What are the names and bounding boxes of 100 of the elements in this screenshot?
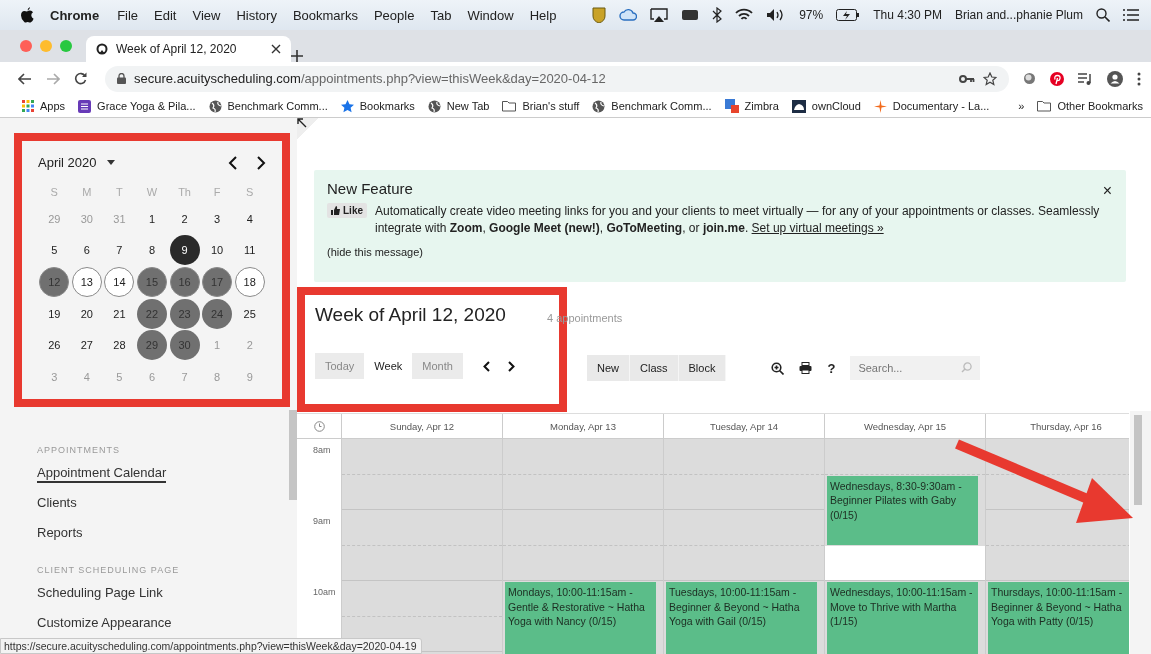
bookmark-folder[interactable]: Other Bookmarks — [1057, 100, 1143, 112]
chevron-left-icon — [228, 155, 237, 170]
chevron-left-icon — [482, 360, 490, 372]
calendar-day[interactable]: 21 — [104, 298, 135, 329]
calendar-day[interactable]: 2 — [169, 203, 200, 234]
forward-icon — [46, 72, 60, 85]
help-button[interactable]: ? — [827, 358, 836, 378]
calendar-day[interactable]: 13 — [71, 267, 102, 297]
app-menu[interactable]: Chrome — [34, 7, 110, 23]
scrollbar-thumb[interactable] — [1134, 415, 1142, 505]
calendar-day[interactable]: 14 — [104, 267, 135, 297]
menu-item[interactable]: People — [365, 7, 423, 23]
new-tab-icon — [291, 50, 303, 62]
calendar-day[interactable]: 26 — [39, 330, 70, 361]
calendar-day[interactable]: 19 — [39, 298, 70, 329]
shield-icon — [592, 7, 607, 23]
day-header: Tuesday, Apr 14 — [709, 420, 779, 432]
class-event[interactable]: Wednesdays, 10:00-11:15am - Move to Thrive with Martha (1/15) — [827, 582, 978, 654]
calendar-day[interactable]: 7 — [104, 235, 135, 266]
class-event[interactable]: Thursdays, 10:00-11:15am - Beginner & Beyond ~ Hatha Yoga with Patty (0/15) — [988, 582, 1129, 654]
form-icon — [78, 99, 92, 113]
bookmark-link[interactable]: New Tab — [446, 100, 490, 112]
calendar-day[interactable]: 1 — [137, 203, 167, 234]
action-button[interactable]: New — [587, 355, 630, 381]
calendar-day[interactable]: 4 — [234, 203, 265, 234]
hour-label: 10am — [313, 587, 336, 597]
lock-icon — [117, 73, 126, 84]
hide-message-link[interactable]: (hide this message) — [327, 246, 423, 258]
month-picker[interactable]: April 2020 — [38, 153, 115, 172]
user-name[interactable]: Brian and...phanie Plum — [954, 8, 1083, 22]
action-button[interactable]: Block — [678, 355, 727, 381]
menu-item[interactable]: View — [184, 7, 229, 23]
search-field[interactable]: Search... — [850, 356, 981, 380]
bookmark-link[interactable]: Brian's stuff — [522, 100, 580, 112]
calendar-day[interactable]: 3 — [202, 203, 233, 234]
browser-tab[interactable]: Week of April 12, 2020 — [86, 36, 291, 62]
bookmark-link[interactable]: Grace Yoga & Pila... — [97, 100, 196, 112]
calendar-day[interactable]: 28 — [104, 330, 135, 361]
sidebar-link[interactable]: Scheduling Page Link — [37, 584, 163, 603]
menu-item[interactable]: Edit — [146, 7, 185, 23]
setup-link[interactable]: Set up virtual meetings » — [751, 221, 884, 235]
view-tab[interactable]: Week — [364, 353, 413, 379]
bookmark-link[interactable]: Zimbra — [744, 100, 779, 112]
menu-item[interactable]: File — [109, 7, 147, 23]
dropdown-caret-icon — [106, 160, 115, 165]
calendar-day[interactable]: 5 — [39, 235, 70, 266]
sidebar-link[interactable]: Reports — [37, 524, 83, 543]
menu-item[interactable]: Tab — [422, 7, 460, 23]
class-event[interactable]: Mondays, 10:00-11:15am - Gentle & Restorative ~ Hatha Yoga with Nancy (0/15) — [505, 582, 656, 654]
battery-icon — [836, 9, 861, 21]
menu-item[interactable]: History — [228, 7, 285, 23]
globe-icon — [592, 99, 606, 113]
wifi-icon — [735, 8, 754, 22]
next-week-button[interactable] — [507, 360, 515, 372]
calendar-day[interactable]: 10 — [202, 235, 233, 266]
menu-item[interactable]: Help — [521, 7, 565, 23]
scrollbar-thumb[interactable] — [289, 410, 297, 500]
bookmark-link[interactable]: Benchmark Comm... — [611, 100, 712, 112]
bookmark-link[interactable]: Benchmark Comm... — [227, 100, 328, 112]
like-button[interactable]: Like — [327, 203, 367, 218]
close-button[interactable]: × — [1102, 182, 1112, 200]
menu-item[interactable]: Window — [459, 7, 522, 23]
pin-icon — [1050, 71, 1064, 86]
class-event[interactable]: Tuesdays, 10:00-11:15am - Beginner & Beyond ~ Hatha Yoga with Gail (0/15) — [666, 582, 817, 654]
list-icon — [1123, 9, 1139, 21]
calendar-day[interactable]: 25 — [234, 298, 265, 329]
search-icon — [961, 362, 973, 373]
class-event[interactable]: Wednesdays, 8:30-9:30am - Beginner Pilates with Gaby (0/15) — [827, 475, 978, 545]
calendar-day[interactable]: 27 — [71, 330, 102, 361]
menu-item[interactable]: Bookmarks — [284, 7, 366, 23]
bookmark-link[interactable]: Documentary - La... — [892, 100, 990, 112]
star-icon — [340, 99, 354, 113]
calendar-day[interactable]: 6 — [71, 235, 102, 266]
next-month-button[interactable] — [257, 155, 266, 170]
calendar-day[interactable]: 11 — [234, 235, 265, 266]
status-url: https://secure.acuityscheduling.com/appointments.php?view=thisWeek&day=2020-04-19 — [0, 638, 423, 654]
extension-icon — [1023, 72, 1036, 85]
more-bookmarks-button[interactable]: » — [1018, 100, 1025, 112]
previous-week-button[interactable] — [482, 360, 490, 372]
thumbs-up-icon — [331, 206, 340, 215]
calendar-day[interactable]: 18 — [234, 267, 265, 297]
previous-month-button[interactable] — [228, 155, 237, 170]
bookmark-link[interactable]: Bookmarks — [359, 100, 415, 112]
bookmark-link[interactable]: ownCloud — [811, 100, 861, 112]
calendar-day[interactable]: 8 — [137, 235, 167, 266]
bookmark-link[interactable]: Apps — [40, 100, 66, 112]
chevron-right-icon — [507, 360, 515, 372]
action-button[interactable]: Class — [630, 355, 679, 381]
calendar-day[interactable]: 9 — [169, 235, 200, 266]
feature-description: Automatically create video meeting links for you and your clients to meet virtually — for any of your appointments or classes. Seamlessly integrate with Zoom, Google Meet (new!), GoToMeeting, or join.me. Set up virtual meetings » — [375, 203, 1101, 237]
calendar-day[interactable]: 20 — [71, 298, 102, 329]
close-icon — [271, 44, 281, 54]
sidebar-link[interactable]: Clients — [37, 494, 77, 513]
week-title: Week of April 12, 2020 — [315, 304, 507, 326]
address-bar[interactable]: secure.acuityscheduling.com/appointments.php?view=thisWeek&day=2020-04-12 — [105, 65, 1009, 92]
sidebar-link[interactable]: Customize Appearance — [37, 614, 172, 633]
bluetooth-icon — [712, 7, 723, 23]
menu-clock[interactable]: Thu 4:30 PM — [873, 8, 942, 22]
apps-icon — [22, 100, 34, 112]
sidebar-link[interactable]: Appointment Calendar — [37, 464, 167, 483]
